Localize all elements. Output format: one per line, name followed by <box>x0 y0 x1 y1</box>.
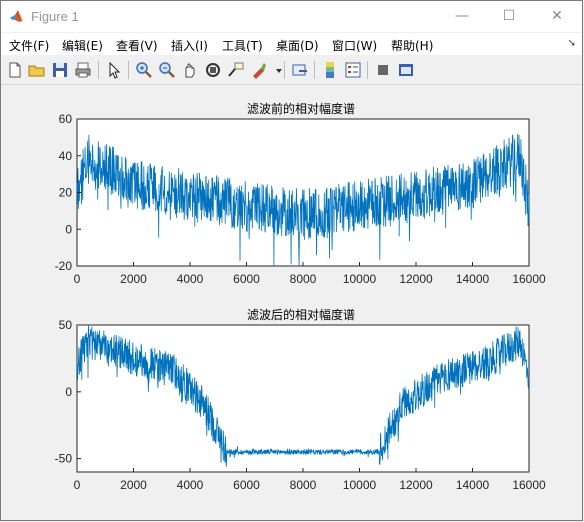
toolbar-separator <box>367 61 368 79</box>
show-plot-tools-icon[interactable] <box>396 60 416 80</box>
title-bar: Figure 1 — ☐ ✕ <box>1 1 582 32</box>
y-tick-label: 60 <box>59 112 73 126</box>
figure-canvas: 滤波前的相对幅度谱 0 2000 4000 6000 8000 10000 12000 140… <box>55 101 546 492</box>
plot-bottom: 滤波后的相对幅度谱 0 2000 4000 6000 8000 10000 12000 140… <box>55 307 546 492</box>
zoom-out-icon[interactable] <box>157 60 177 80</box>
dock-arrow-icon[interactable]: ➘ <box>568 38 576 49</box>
toolbar-separator <box>284 61 285 79</box>
x-tick-label: 12000 <box>399 272 433 286</box>
plot-title-bottom: 滤波后的相对幅度谱 <box>247 307 355 322</box>
menu-view[interactable]: 查看(V) <box>116 37 158 54</box>
menu-insert[interactable]: 插入(I) <box>171 37 208 54</box>
x-tick-label: 2000 <box>120 272 147 286</box>
matlab-logo-icon <box>10 10 24 22</box>
toolbar-separator <box>98 61 99 79</box>
y-tick-label: 20 <box>59 186 73 200</box>
open-file-icon[interactable] <box>27 60 47 80</box>
plot-top: 滤波前的相对幅度谱 0 2000 4000 6000 8000 10000 12000 140… <box>55 101 546 286</box>
save-icon[interactable] <box>50 60 70 80</box>
menu-bar: 文件(F) 编辑(E) 查看(V) 插入(I) 工具(T) 桌面(D) 窗口(W… <box>1 33 582 55</box>
data-cursor-icon[interactable] <box>226 60 246 80</box>
x-tick-label: 16000 <box>512 272 546 286</box>
x-tick-label: 10000 <box>343 478 377 492</box>
y-tick-label: 0 <box>65 385 72 399</box>
new-figure-icon[interactable] <box>5 60 25 80</box>
brush-dropdown-icon[interactable] <box>269 60 282 80</box>
x-tick-label: 8000 <box>290 272 317 286</box>
legend-icon[interactable] <box>343 60 363 80</box>
x-tick-label: 8000 <box>290 478 317 492</box>
menu-window[interactable]: 窗口(W) <box>332 37 377 54</box>
menu-tools[interactable]: 工具(T) <box>222 37 263 54</box>
x-tick-label: 0 <box>74 478 81 492</box>
close-button[interactable]: ✕ <box>534 1 580 32</box>
pan-icon[interactable] <box>180 60 200 80</box>
brush-icon[interactable] <box>249 60 269 80</box>
x-tick-label: 6000 <box>233 478 260 492</box>
y-tick-label: -50 <box>55 452 73 466</box>
figure-window: Figure 1 — ☐ ✕ 文件(F) 编辑(E) 查看(V) 插入(I) 工… <box>0 0 583 521</box>
maximize-button[interactable]: ☐ <box>486 1 532 32</box>
window-title: Figure 1 <box>31 9 79 24</box>
x-tick-label: 10000 <box>343 272 377 286</box>
menu-edit[interactable]: 编辑(E) <box>62 37 103 54</box>
x-tick-label: 16000 <box>512 478 546 492</box>
x-tick-label: 14000 <box>456 478 490 492</box>
y-tick-label: 40 <box>59 149 73 163</box>
x-tick-label: 6000 <box>233 272 260 286</box>
x-tick-label: 4000 <box>177 478 204 492</box>
x-tick-label: 0 <box>74 272 81 286</box>
pointer-icon[interactable] <box>104 60 124 80</box>
toolbar-separator <box>314 61 315 79</box>
x-tick-label: 12000 <box>399 478 433 492</box>
menu-help[interactable]: 帮助(H) <box>391 37 433 54</box>
x-tick-label: 4000 <box>177 272 204 286</box>
hide-plot-tools-icon[interactable] <box>373 60 393 80</box>
rotate-3d-icon[interactable] <box>203 60 223 80</box>
toolbar-separator <box>128 61 129 79</box>
minimize-button[interactable]: — <box>439 1 485 32</box>
print-icon[interactable] <box>73 60 93 80</box>
y-tick-label: -20 <box>55 259 73 273</box>
link-plot-icon[interactable] <box>290 60 310 80</box>
toolbar <box>1 56 582 85</box>
x-tick-label: 2000 <box>120 478 147 492</box>
zoom-in-icon[interactable] <box>134 60 154 80</box>
y-tick-label: 0 <box>65 222 72 236</box>
menu-file[interactable]: 文件(F) <box>9 37 49 54</box>
plot-title-top: 滤波前的相对幅度谱 <box>247 101 355 116</box>
menu-desktop[interactable]: 桌面(D) <box>276 37 319 54</box>
y-tick-label: 50 <box>59 318 73 332</box>
colorbar-icon[interactable] <box>320 60 340 80</box>
x-tick-label: 14000 <box>456 272 490 286</box>
